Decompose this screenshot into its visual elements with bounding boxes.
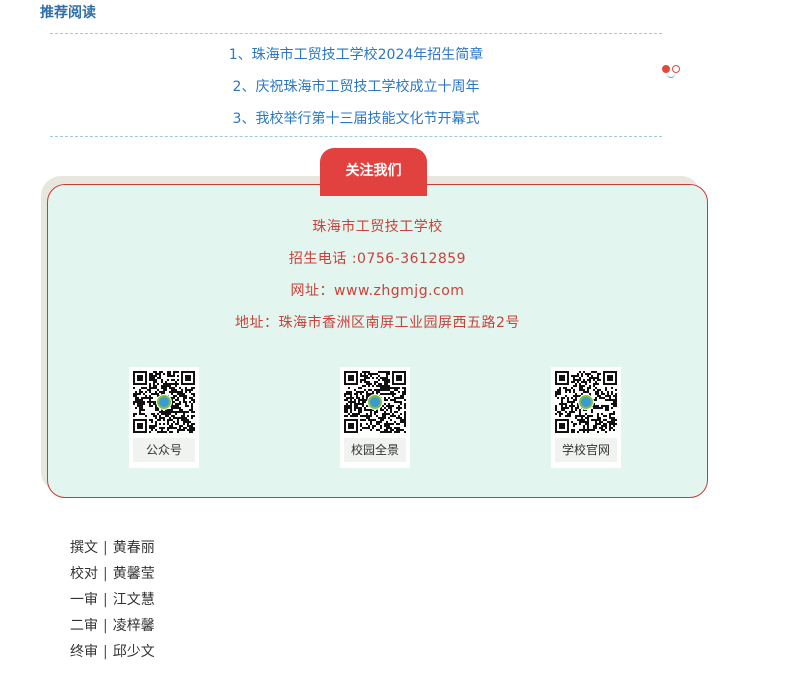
qr-code-icon [555, 371, 617, 433]
dot-arc-icon [667, 74, 675, 78]
credit-row: 二审 | 凌梓馨 [70, 618, 155, 644]
credit-row: 校对 | 黄馨莹 [70, 566, 155, 592]
recommended-link-1[interactable]: 1、珠海市工贸技工学校2024年招生简章 [50, 44, 662, 64]
credit-row: 终审 | 邱少文 [70, 644, 155, 670]
qr-code-icon [133, 371, 195, 433]
credit-role: 校对 [70, 566, 98, 582]
credit-row: 一审 | 江文慧 [70, 592, 155, 618]
school-address: 地址：珠海市香洲区南屏工业园屏西五路2号 [235, 315, 520, 331]
divider: | [103, 618, 108, 634]
divider: | [103, 540, 108, 556]
qr-label: 学校官网 [555, 438, 617, 462]
school-website: 网址：www.zhgmjg.com [290, 283, 465, 299]
qr-code-icon [344, 371, 406, 433]
carousel-dots[interactable] [661, 64, 685, 80]
dot-active-icon[interactable] [662, 65, 670, 73]
credit-row: 撰文 | 黄春丽 [70, 540, 155, 566]
follow-us-tab: 关注我们 [320, 148, 427, 196]
credit-role: 撰文 [70, 540, 98, 556]
credit-name: 黄春丽 [112, 540, 155, 556]
credit-role: 终审 [70, 644, 98, 660]
qr-label: 校园全景 [344, 438, 406, 462]
recommended-link-2[interactable]: 2、庆祝珠海市工贸技工学校成立十周年 [50, 76, 662, 96]
credit-name: 邱少文 [112, 644, 155, 660]
recommended-list: 1、珠海市工贸技工学校2024年招生简章 2、庆祝珠海市工贸技工学校成立十周年 … [50, 33, 662, 137]
school-phone: 招生电话 :0756-3612859 [288, 251, 467, 267]
credit-name: 江文慧 [112, 592, 155, 608]
qr-label: 公众号 [133, 438, 195, 462]
divider: | [103, 592, 108, 608]
qr-card-wechat: 公众号 [129, 367, 199, 468]
contact-card: 珠海市工贸技工学校 招生电话 :0756-3612859 网址：www.zhgm… [47, 184, 708, 498]
divider: | [103, 644, 108, 660]
dot-inactive-icon[interactable] [672, 65, 680, 73]
qr-card-panorama: 校园全景 [340, 367, 410, 468]
credits: 撰文 | 黄春丽 校对 | 黄馨莹 一审 | 江文慧 二审 | 凌梓馨 终审 | 邱少文 [70, 540, 155, 670]
credit-role: 二审 [70, 618, 98, 634]
school-name: 珠海市工贸技工学校 [312, 219, 443, 235]
divider: | [103, 566, 108, 582]
qr-card-website: 学校官网 [551, 367, 621, 468]
credit-name: 凌梓馨 [112, 618, 155, 634]
credit-role: 一审 [70, 592, 98, 608]
credit-name: 黄馨莹 [112, 566, 155, 582]
recommended-link-3[interactable]: 3、我校举行第十三届技能文化节开幕式 [50, 108, 662, 128]
section-title: 推荐阅读 [40, 5, 96, 21]
